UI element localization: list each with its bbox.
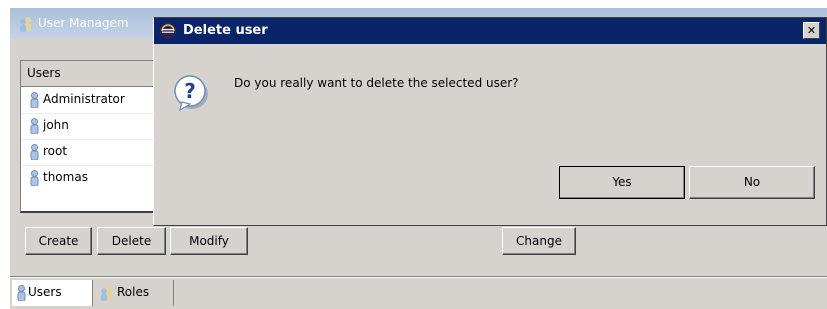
tab-users[interactable]: Users [12,280,93,306]
modify-button[interactable]: Modify [170,227,248,255]
change-button[interactable]: Change [502,227,576,255]
user-icon [17,284,26,301]
tab-roles-label: Roles [117,285,150,299]
window-title: User Managem [38,16,129,30]
dialog-message: Do you really want to delete the selecte… [234,76,519,90]
no-button[interactable]: No [689,166,815,199]
user-icon [30,118,39,134]
dialog-title: Delete user [183,23,268,38]
user-icon [30,170,39,186]
question-icon: ? [174,75,208,112]
users-table[interactable]: Users Administrator john root thomas [20,60,172,213]
table-row[interactable]: thomas [21,165,171,191]
create-button[interactable]: Create [25,227,92,255]
user-icon [30,144,39,160]
table-row[interactable]: Administrator [21,87,171,114]
tab-users-label: Users [28,285,62,299]
user-icon [30,92,39,108]
tab-roles[interactable]: Roles [94,280,174,306]
delete-button[interactable]: Delete [97,227,166,255]
users-app-icon [20,17,31,32]
divider [10,277,827,278]
svg-text:?: ? [184,79,196,103]
eclipse-app-icon [160,23,176,39]
delete-user-dialog: Delete user ✕ ? Do you really want to de… [153,17,827,226]
users-column-header[interactable]: Users [21,61,171,87]
roles-icon [101,285,112,301]
table-row[interactable]: root [21,139,171,166]
dialog-titlebar[interactable]: Delete user ✕ [154,18,826,44]
yes-button[interactable]: Yes [559,166,685,199]
close-icon[interactable]: ✕ [803,22,820,39]
table-row[interactable]: john [21,113,171,140]
